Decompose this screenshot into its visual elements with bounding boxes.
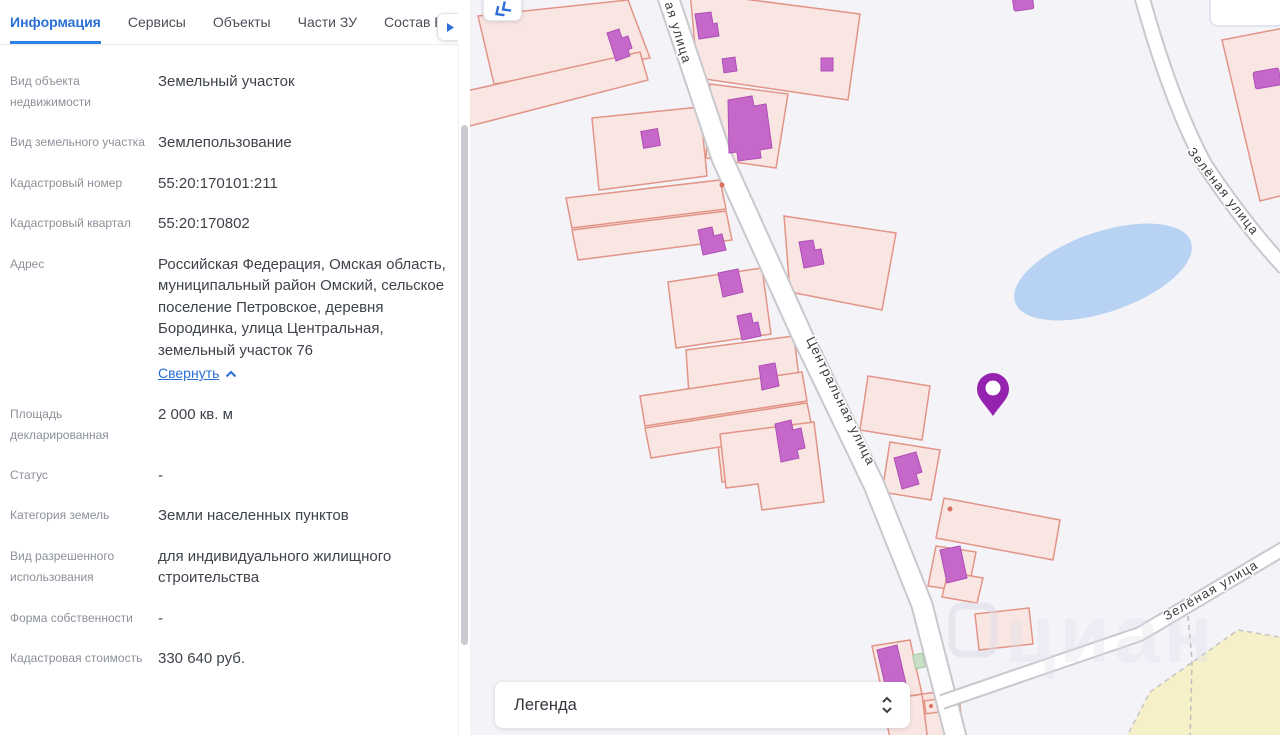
field-value-land-category: Земли населенных пунктов [158, 505, 349, 527]
address-collapse: Свернуть [158, 363, 446, 385]
collapse-panel-button[interactable] [483, 0, 522, 21]
map-point [929, 704, 933, 708]
field-label: Кадастровый номер [10, 173, 158, 195]
map-svg: ая улица Центральная улица Зелёная улица… [470, 0, 1280, 735]
field-value-area: 2 000 кв. м [158, 404, 233, 446]
building[interactable] [759, 363, 779, 390]
field-value-cadastral-number: 55:20:170101:211 [158, 173, 278, 195]
field-label: Кадастровая стоимость [10, 648, 158, 670]
location-pin-icon [977, 373, 1009, 416]
field-row-address: Адрес Российская Федерация, Омская облас… [10, 254, 446, 385]
field-row: Категория земель Земли населенных пункто… [10, 505, 446, 527]
map-control-box[interactable] [1210, 0, 1280, 26]
land-parcel[interactable] [1222, 28, 1280, 201]
chevron-up-icon [225, 370, 237, 378]
field-label: Кадастровый квартал [10, 213, 158, 235]
scrollbar-thumb[interactable] [461, 125, 468, 645]
field-label: Вид разрешенного использования [10, 546, 158, 589]
cadastral-map-app: Информация Сервисы Объекты Части ЗУ Сост… [0, 0, 1280, 735]
building[interactable] [722, 57, 737, 73]
land-parcel[interactable] [720, 422, 824, 510]
field-label: Форма собственности [10, 608, 158, 630]
tab-parcel-parts[interactable]: Части ЗУ [298, 0, 357, 44]
parcel-attributes: Вид объекта недвижимости Земельный участ… [0, 45, 458, 670]
field-row: Площадь декларированная 2 000 кв. м [10, 404, 446, 446]
tab-objects[interactable]: Объекты [213, 0, 271, 44]
watermark-text: циан [1005, 589, 1217, 680]
triangle-right-icon [446, 22, 455, 33]
field-value-cadastral-block: 55:20:170802 [158, 213, 250, 235]
field-row: Кадастровый квартал 55:20:170802 [10, 213, 446, 235]
field-row: Вид разрешенного использования для индив… [10, 546, 446, 589]
land-parcel[interactable] [592, 107, 707, 190]
field-label: Категория земель [10, 505, 158, 527]
field-row: Вид объекта недвижимости Земельный участ… [10, 71, 446, 113]
field-value-address: Российская Федерация, Омская область, му… [158, 254, 446, 385]
building[interactable] [641, 129, 661, 149]
legend-bar[interactable]: Легенда [495, 682, 910, 728]
field-value-permitted-use: для индивидуального жилищного строительс… [158, 546, 446, 589]
building[interactable] [718, 269, 743, 297]
field-value: Землепользование [158, 132, 292, 154]
expander-icon [880, 694, 894, 716]
field-label: Площадь декларированная [10, 404, 158, 446]
pond [1002, 204, 1204, 340]
field-label: Статус [10, 465, 158, 487]
field-label: Вид земельного участка [10, 132, 158, 154]
field-label: Адрес [10, 254, 158, 385]
map-point [720, 183, 725, 188]
field-row: Кадастровый номер 55:20:170101:211 [10, 173, 446, 195]
map-canvas[interactable]: ая улица Центральная улица Зелёная улица… [470, 0, 1280, 735]
tab-services[interactable]: Сервисы [128, 0, 186, 44]
green-structure[interactable] [913, 653, 926, 669]
land-parcel[interactable] [860, 376, 930, 440]
field-row: Вид земельного участка Землепользование [10, 132, 446, 154]
tab-scroll-next-button[interactable] [437, 13, 458, 41]
field-label: Вид объекта недвижимости [10, 71, 158, 113]
field-row: Форма собственности - [10, 608, 446, 630]
building[interactable] [1012, 0, 1034, 11]
field-row: Статус - [10, 465, 446, 487]
building[interactable] [821, 58, 833, 71]
field-row: Кадастровая стоимость 330 640 руб. [10, 648, 446, 670]
map-point [948, 507, 953, 512]
double-chevron-left-icon [489, 0, 516, 22]
land-parcel[interactable] [784, 216, 896, 310]
field-value-status: - [158, 465, 163, 487]
field-value-cadastral-cost: 330 640 руб. [158, 648, 245, 670]
collapse-address-link[interactable]: Свернуть [158, 363, 219, 385]
info-panel: Информация Сервисы Объекты Части ЗУ Сост… [0, 0, 470, 735]
address-text: Российская Федерация, Омская область, му… [158, 256, 446, 359]
watermark: циан [952, 589, 1217, 680]
field-value-ownership: - [158, 608, 163, 630]
legend-label: Легенда [514, 696, 577, 715]
tab-bar: Информация Сервисы Объекты Части ЗУ Сост… [0, 0, 458, 45]
field-value: Земельный участок [158, 71, 295, 113]
panel-scrollbar[interactable] [458, 45, 470, 735]
tab-information[interactable]: Информация [10, 0, 101, 44]
